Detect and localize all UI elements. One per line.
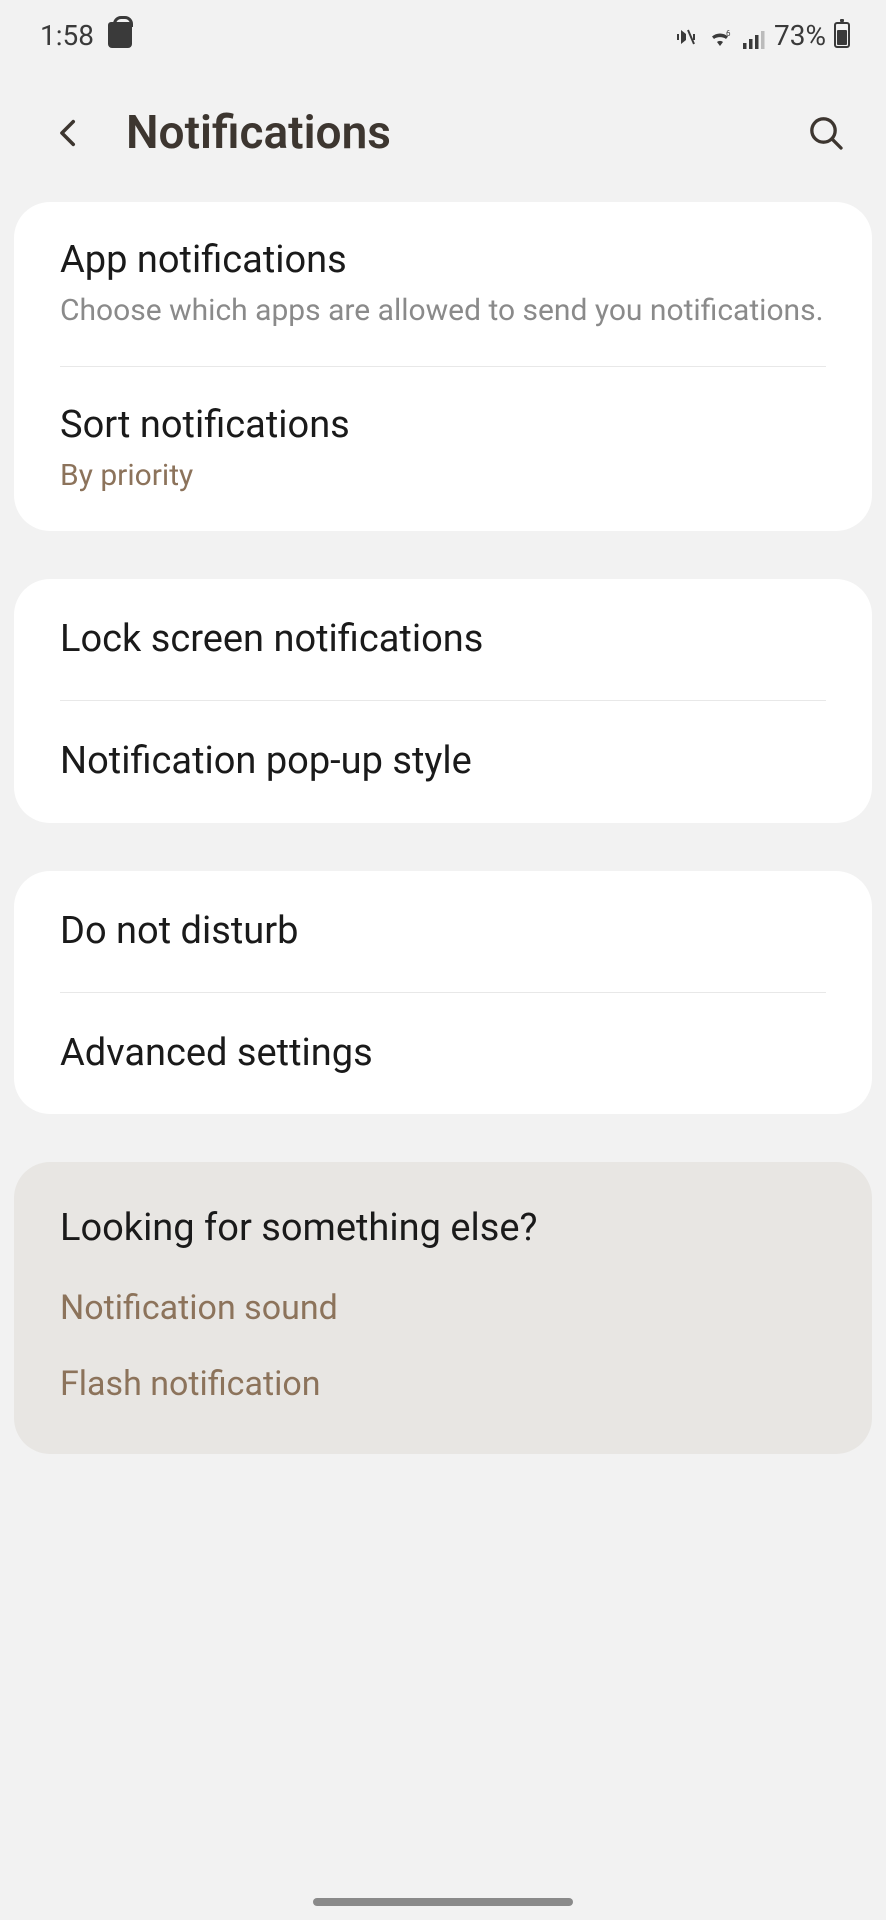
signal-icon <box>742 24 766 46</box>
page-header: Notifications <box>0 64 886 202</box>
battery-fill <box>837 30 847 45</box>
settings-group: App notifications Choose which apps are … <box>14 202 872 531</box>
setting-subtitle: By priority <box>60 456 826 497</box>
battery-percentage: 73% <box>774 19 826 52</box>
related-link-notification-sound[interactable]: Notification sound <box>14 1270 872 1346</box>
related-group: Looking for something else? Notification… <box>14 1162 872 1454</box>
status-left: 1:58 <box>40 19 132 52</box>
setting-title: App notifications <box>60 236 826 285</box>
setting-notification-popup-style[interactable]: Notification pop-up style <box>14 701 872 822</box>
setting-do-not-disturb[interactable]: Do not disturb <box>14 871 872 992</box>
bag-icon <box>108 22 132 48</box>
setting-title: Sort notifications <box>60 401 826 450</box>
setting-sort-notifications[interactable]: Sort notifications By priority <box>14 367 872 531</box>
search-button[interactable] <box>802 109 850 157</box>
related-link-flash-notification[interactable]: Flash notification <box>14 1346 872 1454</box>
setting-app-notifications[interactable]: App notifications Choose which apps are … <box>14 202 872 366</box>
settings-group: Do not disturb Advanced settings <box>14 871 872 1115</box>
status-time: 1:58 <box>40 19 94 52</box>
related-header: Looking for something else? <box>14 1162 872 1270</box>
setting-advanced-settings[interactable]: Advanced settings <box>14 993 872 1114</box>
setting-title: Notification pop-up style <box>60 737 826 786</box>
status-bar: 1:58 6 73% <box>0 0 886 64</box>
setting-title: Do not disturb <box>60 907 826 956</box>
battery-icon <box>834 22 850 48</box>
settings-group: Lock screen notifications Notification p… <box>14 579 872 823</box>
setting-lock-screen-notifications[interactable]: Lock screen notifications <box>14 579 872 700</box>
page-title: Notifications <box>126 106 766 160</box>
back-button[interactable] <box>48 112 90 154</box>
svg-text:6: 6 <box>726 29 731 38</box>
setting-title: Advanced settings <box>60 1029 826 1078</box>
wifi-icon: 6 <box>706 24 734 46</box>
setting-title: Lock screen notifications <box>60 615 826 664</box>
gesture-bar[interactable] <box>313 1898 573 1906</box>
status-right: 6 73% <box>674 19 850 52</box>
chevron-left-icon <box>52 116 86 150</box>
search-icon <box>806 113 846 153</box>
vibrate-mute-icon <box>674 23 698 47</box>
setting-subtitle: Choose which apps are allowed to send yo… <box>60 291 826 332</box>
